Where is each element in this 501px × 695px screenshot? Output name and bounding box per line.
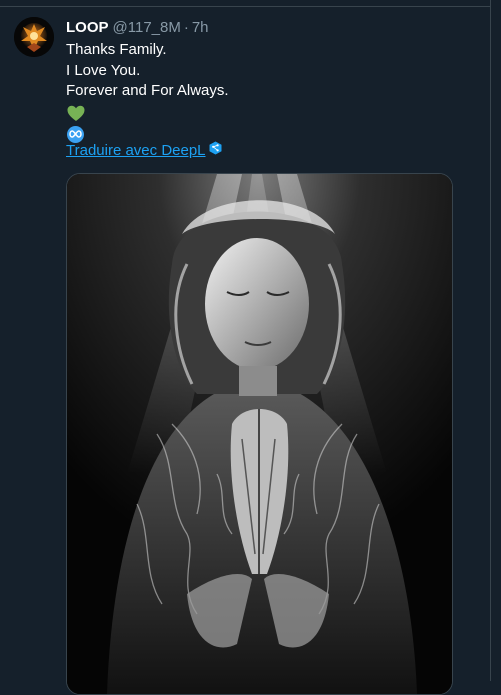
tweet-header: LOOP @117_8M · 7h <box>66 17 209 37</box>
top-divider <box>0 0 491 7</box>
header-separator: · <box>183 18 189 36</box>
tweet-photo[interactable] <box>66 173 453 695</box>
infinity-icon <box>67 125 84 143</box>
green-heart-icon <box>67 105 85 121</box>
author-handle[interactable]: @117_8M <box>113 19 181 36</box>
avatar[interactable] <box>14 17 54 57</box>
tweet-text: Thanks Family. I Love You. Forever and F… <box>66 40 229 144</box>
tweet-timestamp[interactable]: 7h <box>192 19 209 36</box>
translate-label: Traduire avec DeepL <box>66 141 206 159</box>
deepl-icon <box>209 141 222 159</box>
avatar-emblem-icon <box>14 17 54 57</box>
tweet-line: Forever and For Always. <box>66 82 229 99</box>
praying-woman-image <box>67 174 452 694</box>
tweet-line: Thanks Family. <box>66 41 167 58</box>
right-divider <box>490 0 491 681</box>
tweet-line: I Love You. <box>66 61 141 79</box>
emoji-row <box>66 102 229 123</box>
author-name[interactable]: LOOP <box>66 19 109 36</box>
translate-link[interactable]: Traduire avec DeepL <box>66 141 222 159</box>
